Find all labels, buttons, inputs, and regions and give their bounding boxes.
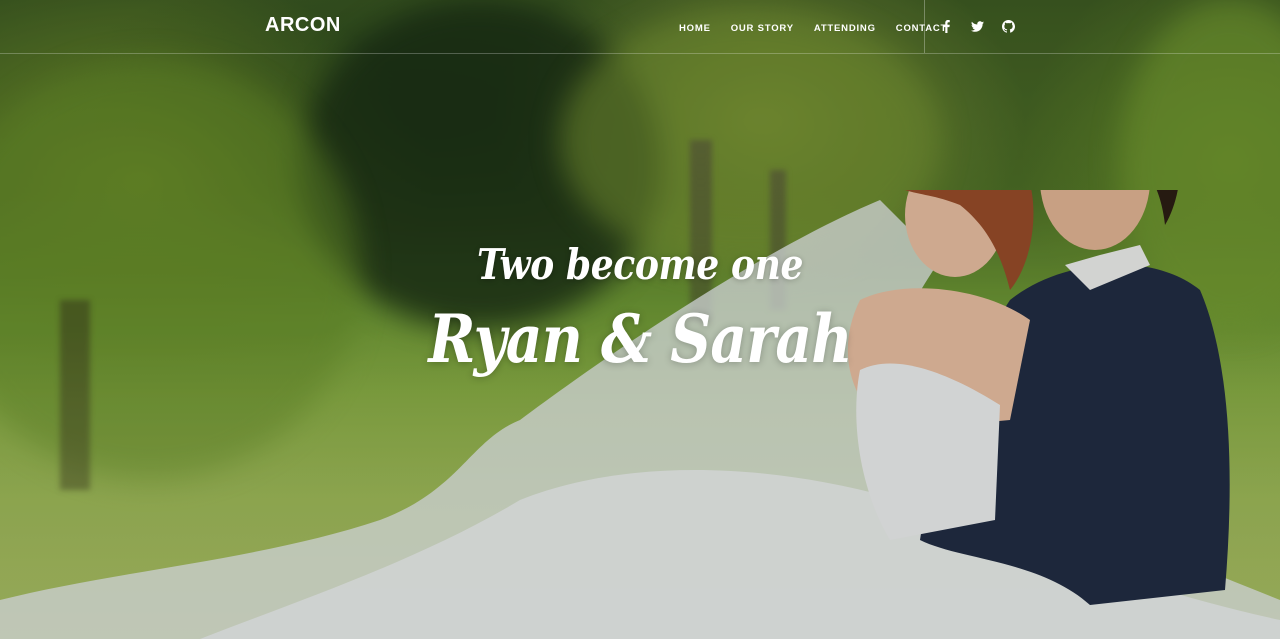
nav-link-attending[interactable]: ATTENDING [814, 23, 876, 34]
social-links [938, 0, 1016, 53]
nav-link-home[interactable]: HOME [679, 23, 711, 34]
nav-item-our-story: OUR STORY [731, 18, 794, 36]
nav-link-our-story[interactable]: OUR STORY [731, 23, 794, 34]
nav-divider [924, 0, 925, 53]
nav-item-home: HOME [679, 18, 711, 36]
nav-item-attending: ATTENDING [814, 18, 876, 36]
twitter-icon[interactable] [969, 19, 985, 35]
navbar: ARCON HOME OUR STORY ATTENDING CONTACT [0, 0, 1280, 54]
facebook-icon[interactable] [938, 19, 954, 35]
nav-menu: HOME OUR STORY ATTENDING CONTACT [679, 0, 947, 53]
github-icon[interactable] [1000, 19, 1016, 35]
brand-logo[interactable]: ARCON [265, 14, 341, 37]
hero-tagline: Two become one [476, 240, 804, 289]
hero-names: Ryan & Sarah [428, 300, 852, 378]
hero-section: ARCON HOME OUR STORY ATTENDING CONTACT T… [0, 0, 1280, 639]
